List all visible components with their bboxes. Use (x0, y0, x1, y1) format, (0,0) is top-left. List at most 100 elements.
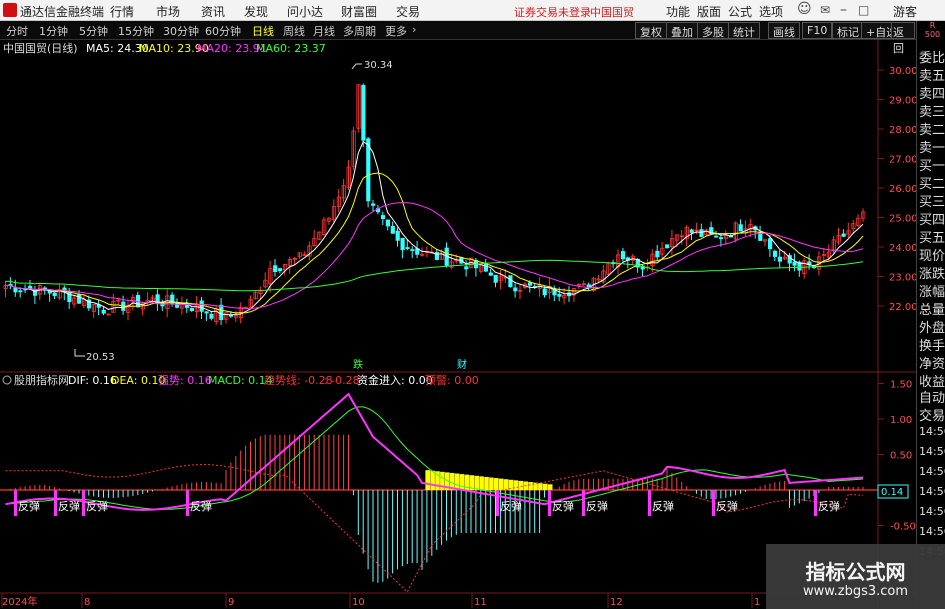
maximize-icon[interactable]: □ (858, 3, 869, 17)
macd-label: MACD: 0.14 (208, 374, 273, 387)
candle-body (366, 138, 371, 202)
chart-title: 中国国贸(日线) (3, 41, 78, 55)
indicator-tick-label: 1.00 (890, 415, 912, 426)
period-15min[interactable]: 15分钟 (118, 23, 154, 39)
fund-block (474, 475, 479, 490)
rebound-marker (186, 490, 189, 516)
rebound-marker (712, 490, 715, 516)
period-60min[interactable]: 60分钟 (205, 23, 241, 39)
candle-body (67, 290, 72, 303)
chevron-right-icon[interactable]: › (412, 23, 416, 36)
indicator-settings-icon[interactable] (2, 375, 12, 385)
current-value-text: 0.14 (881, 487, 903, 498)
candle-body (758, 232, 763, 241)
trend-value-label: : -0.28 (324, 374, 360, 387)
badge-top: R (929, 21, 936, 30)
menu-wenxiaoda[interactable]: 问小达 (287, 3, 323, 20)
candle-body (527, 282, 533, 286)
ma20-line (5, 202, 864, 310)
menu-jiaoyi[interactable]: 交易 (396, 3, 420, 20)
dif-label: DIF: 0.16 (68, 374, 117, 387)
user-icon[interactable]: ☺ (797, 1, 812, 17)
restore-rights-button[interactable]: 复权 (635, 22, 667, 39)
period-more[interactable]: 更多 (385, 23, 407, 39)
overlay-button[interactable]: 叠加 (666, 22, 698, 39)
candle-body (13, 288, 18, 293)
fund-block (454, 473, 460, 490)
candle-body (228, 314, 234, 317)
price-tick-label: 22.00 (889, 302, 916, 313)
menu-xuanxiang[interactable]: 选项 (759, 3, 783, 20)
statistics-button[interactable]: 统计 (728, 22, 760, 39)
ma10-line (5, 172, 864, 314)
price-axis: 30.00 29.00 28.00 27.00 26.00 25.00 24.00 23.00… (878, 66, 916, 313)
quote-field-4: 卖二 (919, 123, 945, 138)
die-marker: 跌 (353, 358, 363, 371)
login-notice[interactable]: 证券交易未登录 (514, 4, 591, 20)
guest-label[interactable]: 游客 (893, 3, 917, 20)
period-daily[interactable]: 日线 (252, 23, 274, 39)
candle-body (655, 250, 660, 258)
period-fenshi[interactable]: 分时 (6, 23, 28, 39)
menu-zixun[interactable]: 资讯 (201, 3, 225, 20)
date-tick-label: 2024年 (2, 595, 37, 608)
message-icon[interactable]: ✉ (820, 3, 830, 17)
chart-svg[interactable]: 中国国贸(日线) MA5: 24.30 MA10: 23.90 MA20: 23… (0, 40, 916, 608)
period-30min[interactable]: 30分钟 (163, 23, 199, 39)
quote-field-1: 卖五 (919, 69, 945, 84)
period-weekly[interactable]: 周线 (283, 23, 305, 39)
quote-field-8: 买三 (919, 195, 945, 210)
multi-stock-button[interactable]: 多股 (697, 22, 729, 39)
candle-body (371, 203, 376, 206)
candle-body (52, 292, 57, 296)
menu-shichang[interactable]: 市场 (156, 3, 180, 20)
quote-field-23: 14:56 (919, 465, 945, 478)
menu-caifuquan[interactable]: 财富圈 (341, 3, 377, 20)
quote-field-17: 净资 (919, 357, 945, 372)
fund-block (513, 480, 519, 490)
minimize-icon[interactable]: – (840, 2, 847, 18)
quote-field-24: 14:56 (919, 485, 945, 498)
period-multi[interactable]: 多周期 (343, 23, 376, 39)
period-monthly[interactable]: 月线 (313, 23, 335, 39)
rebound-label: 反弹 (818, 499, 840, 513)
candle-body (665, 244, 670, 249)
fund-block (484, 476, 489, 490)
date-tick-label: 10 (352, 597, 365, 608)
rebound-label: 反弹 (552, 499, 574, 513)
candle-body (719, 237, 724, 240)
quote-field-25: 14:56 (919, 505, 945, 518)
menu-gongneng[interactable]: 功能 (666, 3, 690, 20)
indicator-tick-label: 1.50 (890, 380, 912, 391)
rebound-marker (582, 490, 585, 516)
watermark-url: www.zbgs3.com (802, 584, 909, 599)
fund-block (543, 483, 548, 490)
candle-body (189, 307, 194, 311)
chart-area[interactable]: 中国国贸(日线) MA5: 24.30 MA10: 23.90 MA20: 23… (0, 40, 916, 608)
fund-block (430, 470, 435, 490)
fund-block (518, 480, 524, 490)
r500-badge[interactable]: R 500 (919, 21, 945, 39)
candle-body (395, 230, 400, 241)
draw-line-button[interactable]: 画线 (768, 22, 800, 39)
app-logo-icon (3, 3, 17, 17)
quote-field-10: 买五 (919, 231, 945, 246)
date-tick-label: 1 (754, 597, 760, 608)
date-axis: 2024年 8 9 10 11 12 1 (1, 593, 760, 608)
menu-hangqing[interactable]: 行情 (110, 3, 134, 20)
period-toolbar: 分时 1分钟 5分钟 15分钟 30分钟 60分钟 日线 周线 月线 多周期 更… (0, 21, 945, 55)
rebound-marker (54, 490, 57, 516)
app-name: 通达信金融终端 (20, 5, 105, 19)
fund-block (494, 478, 499, 490)
menu-gongshi[interactable]: 公式 (728, 3, 752, 20)
candle-body (361, 85, 366, 141)
period-1min[interactable]: 1分钟 (39, 23, 68, 39)
mark-button[interactable]: 标记 (832, 22, 864, 39)
menu-banmian[interactable]: 版面 (697, 3, 721, 20)
candle-body (513, 287, 518, 292)
back-button[interactable]: 返回 (891, 22, 915, 55)
quote-field-26: 14:56 (919, 525, 945, 538)
period-5min[interactable]: 5分钟 (79, 23, 108, 39)
f10-button[interactable]: F10 (802, 22, 833, 39)
menu-faxian[interactable]: 发现 (244, 3, 268, 20)
